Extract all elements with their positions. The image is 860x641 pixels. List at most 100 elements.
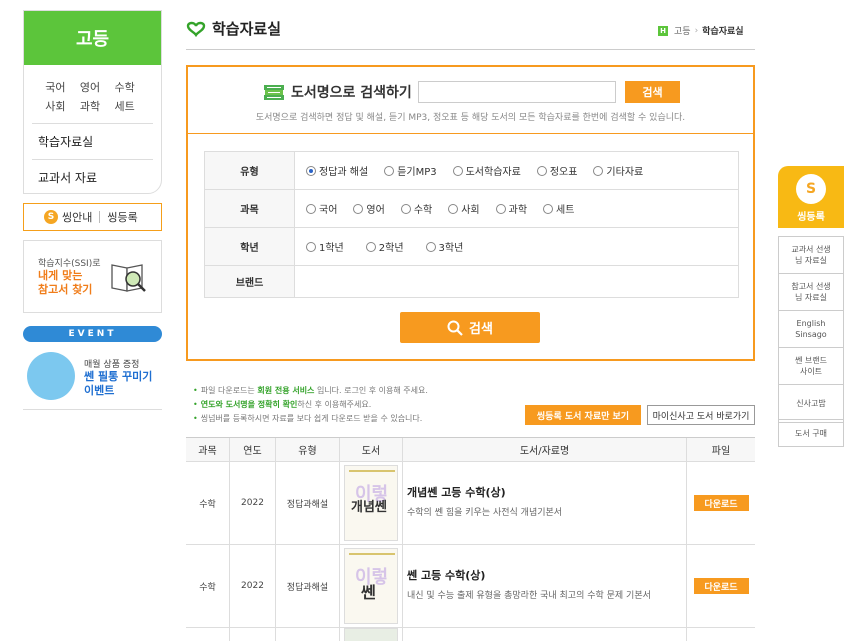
type-option-book-materials[interactable]: 도서학습자료: [452, 163, 521, 178]
radio[interactable]: [536, 165, 547, 176]
option-label: 정오표: [549, 167, 578, 178]
notice-item: • 파일 다운로드는 회원 전용 서비스 입니다. 로그인 후 이용해 주세요.: [193, 386, 428, 395]
filter-search-button[interactable]: 검색: [400, 312, 540, 343]
subject-link-science[interactable]: 과학: [73, 98, 108, 114]
grade-option-2[interactable]: 2학년: [365, 239, 404, 254]
event-title-line1: 쎈 필통 꾸미기: [84, 370, 153, 383]
option-label: 과학: [508, 205, 528, 216]
nav-heading[interactable]: 고등: [24, 11, 161, 65]
page-title-text: 학습자료실: [212, 20, 282, 38]
col-title: 도서/자료명: [403, 438, 687, 461]
subject-option-korean[interactable]: 국어: [306, 201, 337, 216]
filter-row-subject: 과목 국어 영어 수학 사회 과학 세트: [205, 190, 738, 228]
type-option-mp3[interactable]: 듣기MP3: [384, 163, 437, 178]
brand-options: [295, 266, 306, 297]
type-option-answers[interactable]: 정답과 해설: [306, 163, 368, 178]
subject-link-english[interactable]: 영어: [73, 79, 108, 95]
filter-label-type: 유형: [205, 152, 295, 189]
page-title: 학습자료실: [186, 18, 281, 39]
event-illustration: [27, 352, 75, 400]
book-cover-image[interactable]: [344, 628, 398, 641]
registered-books-button[interactable]: 씽등록 도서 자료만 보기: [525, 405, 641, 425]
subject-option-science[interactable]: 과학: [495, 201, 528, 216]
cell-year: 2022: [230, 545, 276, 627]
books-icon: [264, 85, 284, 100]
quick-register-button[interactable]: S 씽등록: [778, 166, 844, 228]
radio[interactable]: [543, 203, 554, 214]
menu-textbook-materials[interactable]: 교과서 자료: [32, 159, 153, 193]
cell-file: 다운로드: [687, 545, 755, 627]
event-banner[interactable]: 매월 상품 증정 쎈 필통 꾸미기 이벤트: [23, 350, 162, 410]
download-button[interactable]: 다운로드: [693, 578, 749, 594]
radio[interactable]: [365, 241, 376, 252]
type-option-other[interactable]: 기타자료: [593, 163, 643, 178]
radio[interactable]: [306, 203, 316, 214]
filter-row-brand: 브랜드: [205, 266, 738, 297]
grade-option-3[interactable]: 3학년: [425, 239, 463, 254]
subject-link-korean[interactable]: 국어: [38, 79, 73, 95]
ssi-guide-link[interactable]: 씽안내: [62, 209, 92, 225]
magnifier-icon: [447, 320, 463, 336]
menu-study-materials[interactable]: 학습자료실: [32, 123, 153, 159]
book-search-input[interactable]: [418, 81, 616, 103]
subject-link-social[interactable]: 사회: [38, 98, 73, 114]
quick-link-english-sinsago[interactable]: English Sinsago: [779, 311, 843, 348]
grade-options: 1학년 2학년 3학년: [295, 228, 479, 265]
book-description: 내신 및 수능 출제 유형을 총망라한 국내 최고의 수학 문제 기본서: [407, 591, 651, 601]
radio[interactable]: [425, 241, 436, 252]
ssi-register-link[interactable]: 씽등록: [107, 209, 137, 225]
radio[interactable]: [448, 203, 459, 214]
quick-menu-list: 교과서 선생님 자료실 참고서 선생님 자료실 English Sinsago …: [778, 236, 844, 423]
grade-option-1[interactable]: 1학년: [306, 239, 344, 254]
radio[interactable]: [306, 241, 316, 252]
quick-link-sinsagobab[interactable]: 신사고밥: [779, 385, 843, 422]
book-cover-image[interactable]: 이렇 개념쎈: [344, 465, 398, 541]
quick-link-textbook-teacher[interactable]: 교과서 선생님 자료실: [779, 237, 843, 274]
option-label: 영어: [366, 205, 385, 216]
notice-highlight: 연도와 도서명을 정확히 확인: [200, 400, 298, 409]
subject-link-set[interactable]: 세트: [107, 98, 142, 114]
col-file: 파일: [711, 446, 731, 457]
book-search-button[interactable]: 검색: [625, 81, 680, 103]
cover-stripe: [349, 553, 395, 555]
subject-option-social[interactable]: 사회: [448, 201, 480, 216]
notice-text: 하신 후 이용해주세요.: [297, 400, 372, 409]
table-row: [186, 628, 755, 641]
breadcrumb-item[interactable]: 고등: [674, 24, 691, 37]
quick-link-reference-teacher[interactable]: 참고서 선생님 자료실: [779, 274, 843, 311]
sinsago-logo-icon: [186, 21, 206, 37]
home-icon[interactable]: H: [658, 25, 668, 36]
radio[interactable]: [593, 165, 604, 176]
radio[interactable]: [384, 165, 395, 176]
header-divider: [186, 49, 755, 50]
radio-selected[interactable]: [306, 165, 316, 176]
option-label: 도서학습자료: [465, 167, 521, 178]
subject-option-math[interactable]: 수학: [400, 201, 432, 216]
option-label: 1학년: [319, 243, 344, 254]
my-books-button[interactable]: 마이신사고 도서 바로가기: [647, 405, 755, 425]
notice-item: • 씽넘버를 등록하시면 자료를 보다 쉽게 다운로드 받을 수 있습니다.: [193, 414, 423, 423]
book-title[interactable]: 개념쎈 고등 수학(상): [407, 484, 506, 500]
book-cover-image[interactable]: 이렇 쎈: [344, 548, 398, 624]
book-title[interactable]: 쎈 고등 수학(상): [407, 567, 485, 583]
subject-link-math[interactable]: 수학: [107, 79, 142, 95]
col-year: 연도: [230, 438, 276, 461]
filter-row-grade: 학년 1학년 2학년 3학년: [205, 228, 738, 266]
option-label: 듣기MP3: [397, 167, 437, 178]
subject-option-english[interactable]: 영어: [353, 201, 385, 216]
notice-list: • 파일 다운로드는 회원 전용 서비스 입니다. 로그인 후 이용해 주세요. …: [193, 384, 428, 426]
quick-link-book-purchase[interactable]: 도서 구매: [778, 419, 844, 447]
type-option-errata[interactable]: 정오표: [536, 163, 578, 178]
radio[interactable]: [452, 165, 463, 176]
download-button[interactable]: 다운로드: [693, 495, 749, 511]
ssi-banner[interactable]: 학습지수(SSI)로 내게 맞는 참고서 찾기: [23, 240, 162, 313]
ssi-banner-title-line1: 내게 맞는: [38, 269, 83, 282]
panel-divider: [188, 133, 753, 134]
cell-cover: 이렇 쎈: [340, 545, 403, 627]
subject-option-set[interactable]: 세트: [543, 201, 574, 216]
radio[interactable]: [400, 203, 411, 214]
radio[interactable]: [353, 203, 364, 214]
quick-link-brand-site[interactable]: 쎈 브랜드 사이트: [779, 348, 843, 385]
cover-title: 쎈: [361, 583, 376, 602]
radio[interactable]: [495, 203, 506, 214]
